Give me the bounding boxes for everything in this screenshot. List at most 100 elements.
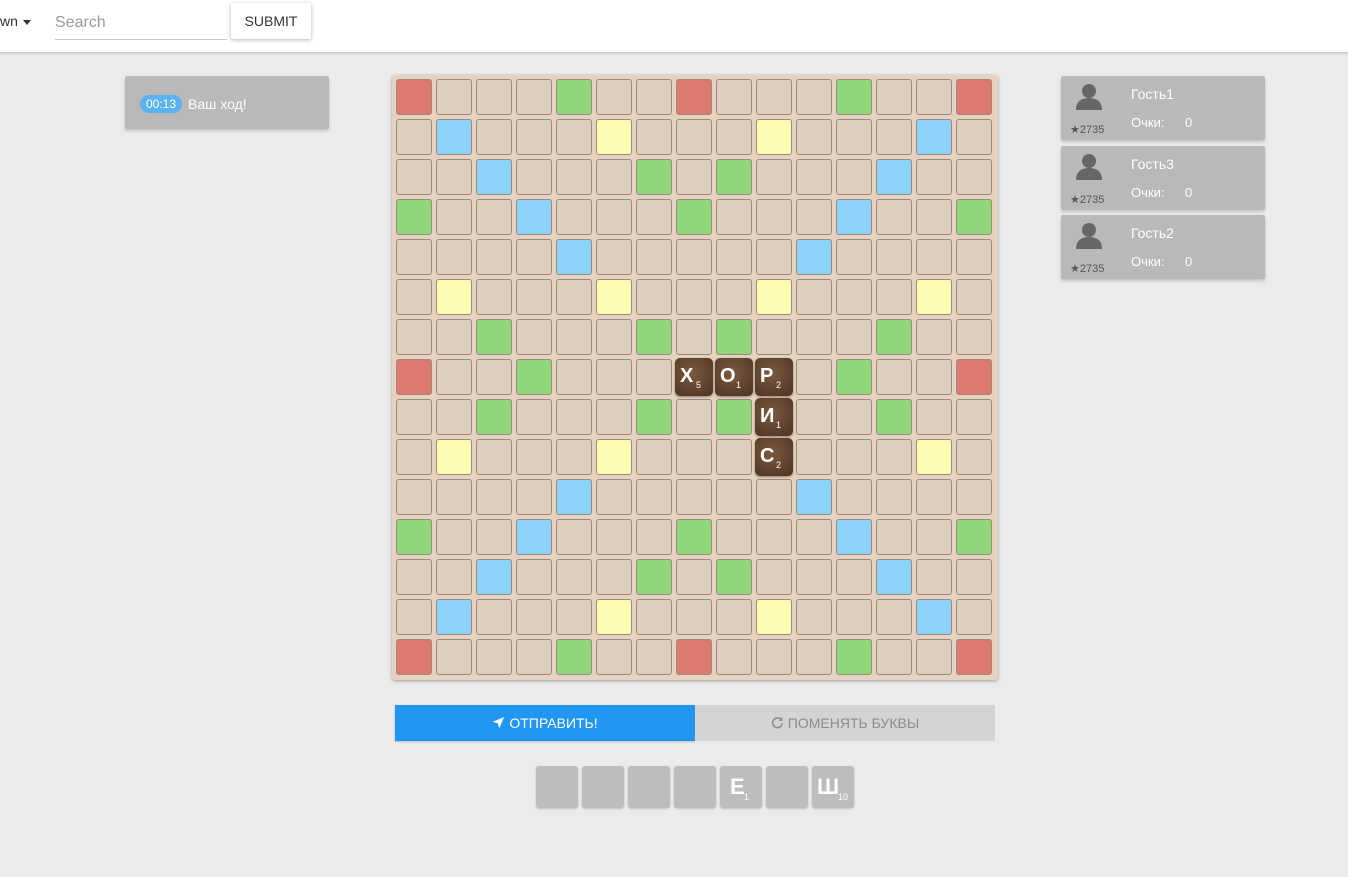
board-cell-normal[interactable] [716,79,752,115]
board-cell-blue[interactable] [836,519,872,555]
board-cell-yellow[interactable] [756,599,792,635]
board-cell-normal[interactable] [876,79,912,115]
board-cell-normal[interactable] [756,639,792,675]
board-cell-normal[interactable] [396,439,432,475]
board-cell-blue[interactable] [796,239,832,275]
board-cell-normal[interactable] [756,79,792,115]
board-cell-normal[interactable] [436,359,472,395]
board-cell-normal[interactable] [556,319,592,355]
board-cell-green[interactable] [636,319,672,355]
board-cell-normal[interactable] [836,599,872,635]
board-cell-green[interactable] [876,319,912,355]
board-cell-normal[interactable] [636,79,672,115]
board-cell-green[interactable] [676,519,712,555]
board-cell-normal[interactable] [436,199,472,235]
board-cell-blue[interactable] [796,479,832,515]
board-cell-normal[interactable] [516,599,552,635]
board-cell-normal[interactable] [876,279,912,315]
rack-empty-slot[interactable] [628,766,670,808]
board-cell-normal[interactable] [556,359,592,395]
board-cell-normal[interactable] [676,279,712,315]
board-cell-green[interactable] [396,199,432,235]
board-cell-normal[interactable] [516,239,552,275]
board-cell-normal[interactable] [516,399,552,435]
board-cell-normal[interactable] [836,479,872,515]
board-cell-normal[interactable] [916,199,952,235]
board-cell-blue[interactable] [436,599,472,635]
board-cell-green[interactable] [636,559,672,595]
board-cell-normal[interactable] [596,479,632,515]
board-cell-normal[interactable] [916,79,952,115]
board-cell-normal[interactable] [596,239,632,275]
board-cell-green[interactable] [716,559,752,595]
board-cell-green[interactable] [836,359,872,395]
board-cell-green[interactable] [716,159,752,195]
board-cell-normal[interactable] [796,519,832,555]
board-cell-normal[interactable] [556,159,592,195]
board-cell-normal[interactable] [596,399,632,435]
board-cell-normal[interactable] [556,199,592,235]
rack-empty-slot[interactable] [674,766,716,808]
rack-empty-slot[interactable] [766,766,808,808]
board-cell-normal[interactable] [876,599,912,635]
board-cell-normal[interactable] [796,159,832,195]
board-cell-normal[interactable] [756,319,792,355]
board-cell-green[interactable] [836,79,872,115]
board-cell-normal[interactable] [956,279,992,315]
rack-tile[interactable]: Ш 10 [812,766,854,808]
board-cell-normal[interactable] [796,559,832,595]
board-cell-normal[interactable] [396,599,432,635]
board-cell-normal[interactable] [796,319,832,355]
board-cell-normal[interactable] [676,119,712,155]
board-cell-yellow[interactable] [436,279,472,315]
board-cell-normal[interactable] [676,479,712,515]
board-cell-normal[interactable] [596,359,632,395]
board-cell-blue[interactable] [916,119,952,155]
board-cell-normal[interactable] [956,439,992,475]
board-cell-green[interactable] [516,359,552,395]
board-cell-normal[interactable] [516,559,552,595]
board-cell-normal[interactable] [716,119,752,155]
board-cell-normal[interactable] [876,639,912,675]
board-cell-green[interactable] [636,159,672,195]
board-tile[interactable]: О1 [715,358,753,396]
submit-button[interactable]: SUBMIT [231,3,311,39]
board-cell-normal[interactable] [836,279,872,315]
board-cell-normal[interactable] [596,559,632,595]
board-cell-normal[interactable] [676,439,712,475]
search-input[interactable] [55,7,227,40]
rack-empty-slot[interactable] [536,766,578,808]
board-cell-normal[interactable] [876,239,912,275]
board-cell-blue[interactable] [876,159,912,195]
board-cell-normal[interactable] [756,519,792,555]
board-cell-normal[interactable] [476,359,512,395]
board-cell-red[interactable] [396,79,432,115]
board-cell-normal[interactable] [796,359,832,395]
board-cell-normal[interactable] [796,279,832,315]
board-cell-normal[interactable] [916,159,952,195]
board-cell-normal[interactable] [676,319,712,355]
board-cell-normal[interactable] [716,199,752,235]
board-cell-green[interactable] [396,519,432,555]
board-cell-normal[interactable] [916,519,952,555]
board-cell-normal[interactable] [956,559,992,595]
board-cell-normal[interactable] [476,519,512,555]
board-cell-yellow[interactable] [596,599,632,635]
board-cell-normal[interactable] [436,639,472,675]
board-cell-normal[interactable] [516,639,552,675]
board-cell-green[interactable] [556,79,592,115]
board-cell-normal[interactable] [756,199,792,235]
board-cell-normal[interactable] [476,199,512,235]
board-cell-normal[interactable] [556,119,592,155]
board-cell-normal[interactable] [396,479,432,515]
board-cell-normal[interactable] [596,519,632,555]
board-cell-red[interactable] [396,639,432,675]
board-cell-red[interactable] [956,359,992,395]
board-cell-yellow[interactable] [596,119,632,155]
board-cell-normal[interactable] [436,79,472,115]
board-cell-green[interactable] [876,399,912,435]
board-cell-green[interactable] [956,519,992,555]
board-cell-normal[interactable] [756,239,792,275]
board-cell-normal[interactable] [636,239,672,275]
board-cell-normal[interactable] [796,119,832,155]
